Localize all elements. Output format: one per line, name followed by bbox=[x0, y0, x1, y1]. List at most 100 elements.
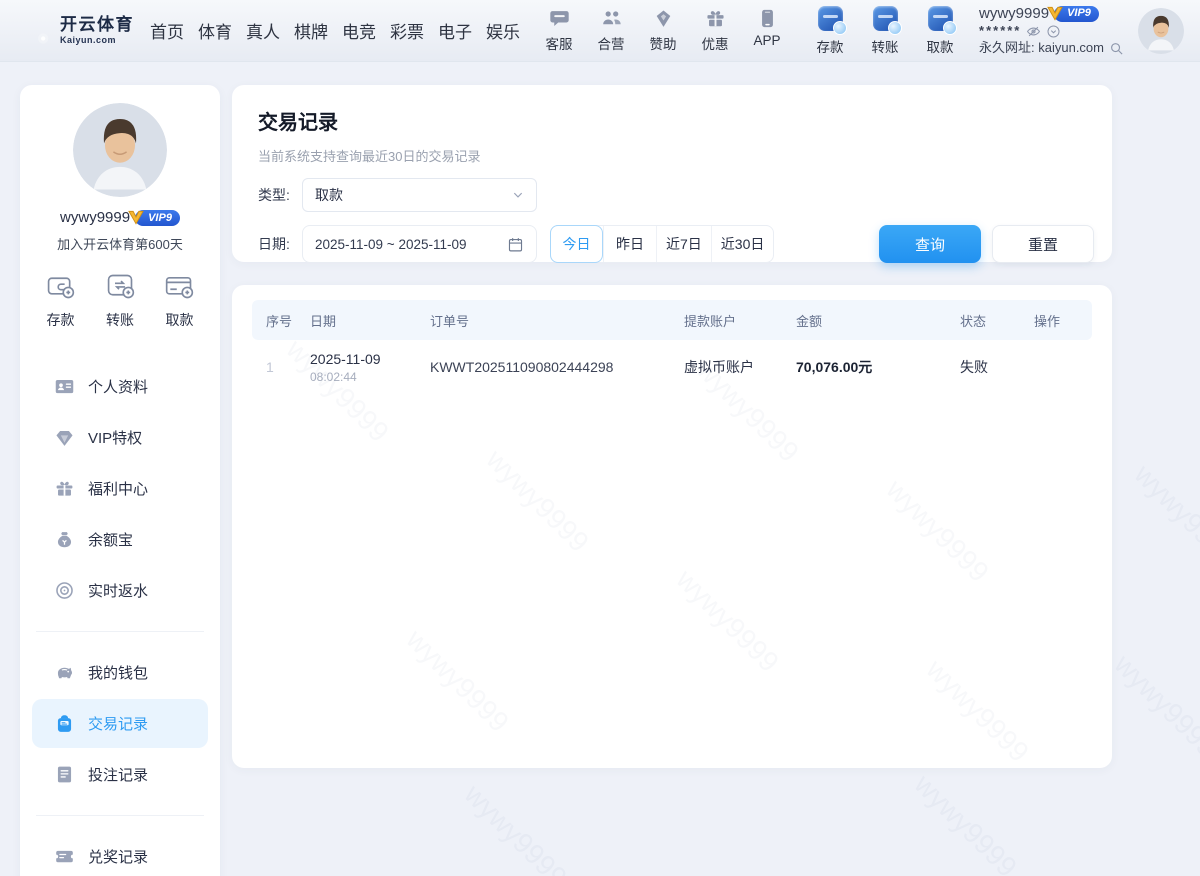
eye-off-icon[interactable] bbox=[1026, 24, 1041, 39]
brand-logo[interactable]: 开云体育 Kaiyun.com bbox=[14, 11, 142, 51]
vip-crest-icon bbox=[127, 208, 145, 226]
results-card: wywy9999 wywy9999 wywy9999 wywy9999 wywy… bbox=[232, 285, 1112, 768]
nav-lottery[interactable]: 彩票 bbox=[390, 18, 424, 43]
partnership-button[interactable]: 合营 bbox=[589, 8, 633, 53]
col-amount: 金额 bbox=[796, 311, 960, 330]
nav-chess[interactable]: 棋牌 bbox=[294, 18, 328, 43]
filter-buttons: 查询 重置 bbox=[879, 225, 1094, 263]
nav-sports[interactable]: 体育 bbox=[198, 18, 232, 43]
nav-slots[interactable]: 电子 bbox=[438, 18, 472, 43]
transfer-quick-button[interactable]: 转账 bbox=[104, 270, 137, 330]
card-outline-icon bbox=[163, 270, 196, 303]
top-bar: 开云体育 Kaiyun.com 首页 体育 真人 棋牌 电竞 彩票 电子 娱乐 … bbox=[0, 0, 1200, 62]
gem-icon bbox=[54, 427, 75, 448]
avatar-image bbox=[73, 103, 167, 197]
col-account: 提款账户 bbox=[684, 311, 796, 330]
watermark: wywy9999 bbox=[880, 473, 995, 588]
table-row: 1 2025-11-09 08:02:44 KWWT20251109080244… bbox=[252, 340, 1092, 394]
search-icon[interactable] bbox=[1109, 41, 1124, 56]
id-card-icon bbox=[54, 376, 75, 397]
watermark: wywy9999 bbox=[908, 768, 1023, 876]
ticket-icon bbox=[54, 846, 75, 867]
col-date: 日期 bbox=[310, 311, 430, 330]
deposit-button[interactable]: 存款 bbox=[809, 6, 851, 56]
withdraw-quick-button[interactable]: 取款 bbox=[163, 270, 196, 330]
nav-live[interactable]: 真人 bbox=[246, 18, 280, 43]
reset-button[interactable]: 重置 bbox=[992, 225, 1094, 263]
diamond-icon bbox=[653, 8, 674, 29]
row-account: 虚拟币账户 bbox=[684, 357, 796, 377]
type-select[interactable]: 取款 bbox=[302, 178, 537, 212]
customer-service-button[interactable]: 客服 bbox=[537, 8, 581, 53]
row-time: 08:02:44 bbox=[310, 370, 430, 384]
col-index: 序号 bbox=[266, 311, 310, 330]
row-status: 失败 bbox=[960, 357, 1034, 377]
date-label: 日期: bbox=[258, 234, 302, 254]
withdraw-button[interactable]: 取款 bbox=[919, 6, 961, 56]
page-title: 交易记录 bbox=[258, 106, 1094, 135]
type-label: 类型: bbox=[258, 185, 302, 205]
phone-icon bbox=[757, 8, 778, 29]
sidebar-menu: 个人资料 VIP特权 福利中心 余额宝 实时返水 我的钱包 bbox=[20, 362, 220, 876]
sidebar-item-profile[interactable]: 个人资料 bbox=[32, 362, 208, 411]
sidebar-item-vip[interactable]: VIP特权 bbox=[32, 413, 208, 462]
brand-name: 开云体育 bbox=[60, 16, 134, 35]
nav-entertainment[interactable]: 娱乐 bbox=[486, 18, 520, 43]
row-datetime: 2025-11-09 08:02:44 bbox=[310, 351, 430, 384]
masked-balance: ****** bbox=[979, 23, 1021, 40]
col-status: 状态 bbox=[960, 311, 1034, 330]
kaiyun-logo-icon bbox=[14, 11, 54, 51]
sidebar-item-prizes[interactable]: 兑奖记录 bbox=[32, 832, 208, 876]
table-header: 序号 日期 订单号 提款账户 金额 状态 操作 bbox=[252, 300, 1092, 340]
sidebar-item-welfare[interactable]: 福利中心 bbox=[32, 464, 208, 513]
quick-range-group: 今日 昨日 近7日 近30日 bbox=[550, 225, 774, 263]
row-amount: 70,076.00元 bbox=[796, 357, 960, 377]
page-subtitle: 当前系统支持查询最近30日的交易记录 bbox=[258, 146, 1094, 165]
range-today-button[interactable]: 今日 bbox=[550, 225, 603, 263]
deposit-icon bbox=[818, 6, 843, 31]
transfer-outline-icon bbox=[104, 270, 137, 303]
vip-badge: VIP9 bbox=[135, 210, 180, 226]
profile-avatar[interactable] bbox=[73, 103, 167, 197]
date-filter-row: 日期: 2025-11-09 ~ 2025-11-09 今日 昨日 近7日 近3… bbox=[258, 225, 1094, 263]
vip-badge: VIP9 bbox=[1054, 6, 1099, 22]
row-date: 2025-11-09 bbox=[310, 351, 430, 367]
sidebar-quick-actions: 存款 转账 取款 bbox=[20, 270, 220, 330]
gift-icon bbox=[705, 8, 726, 29]
range-7days-button[interactable]: 近7日 bbox=[656, 226, 711, 262]
query-button[interactable]: 查询 bbox=[879, 225, 981, 263]
row-order-number: KWWT202511090802444298 bbox=[430, 359, 684, 375]
sidebar-item-transactions[interactable]: 交易记录 bbox=[32, 699, 208, 748]
backpack-icon bbox=[54, 713, 75, 734]
nav-esports[interactable]: 电竞 bbox=[342, 18, 376, 43]
calendar-icon bbox=[507, 236, 524, 253]
sidebar-item-rebate[interactable]: 实时返水 bbox=[32, 566, 208, 615]
watermark: wywy9999 bbox=[480, 443, 595, 558]
main-nav: 首页 体育 真人 棋牌 电竞 彩票 电子 娱乐 bbox=[150, 18, 520, 43]
range-yesterday-button[interactable]: 昨日 bbox=[603, 226, 656, 262]
piggy-bank-icon bbox=[54, 662, 75, 683]
watermark: wywy9999 bbox=[920, 653, 1035, 768]
deposit-quick-button[interactable]: 存款 bbox=[44, 270, 77, 330]
chevron-down-circle-icon[interactable] bbox=[1046, 24, 1061, 39]
sponsor-button[interactable]: 赞助 bbox=[641, 8, 685, 53]
watermark: wywy9999 bbox=[1128, 458, 1200, 573]
header-avatar[interactable] bbox=[1138, 8, 1184, 54]
range-30days-button[interactable]: 近30日 bbox=[711, 226, 774, 262]
promotions-button[interactable]: 优惠 bbox=[693, 8, 737, 53]
gift-icon bbox=[54, 478, 75, 499]
transfer-button[interactable]: 转账 bbox=[864, 6, 906, 56]
chevron-down-icon bbox=[510, 187, 526, 203]
partners-icon bbox=[601, 8, 622, 29]
app-download-button[interactable]: APP bbox=[745, 8, 789, 53]
type-select-value: 取款 bbox=[315, 185, 343, 205]
sidebar-item-yuebao[interactable]: 余额宝 bbox=[32, 515, 208, 564]
col-action: 操作 bbox=[1034, 311, 1092, 330]
sidebar-item-bets[interactable]: 投注记录 bbox=[32, 750, 208, 799]
divider bbox=[36, 631, 204, 632]
sidebar-item-wallet[interactable]: 我的钱包 bbox=[32, 648, 208, 697]
withdraw-icon bbox=[928, 6, 953, 31]
nav-home[interactable]: 首页 bbox=[150, 18, 184, 43]
date-range-input[interactable]: 2025-11-09 ~ 2025-11-09 bbox=[302, 225, 537, 263]
watermark: wywy9999 bbox=[458, 778, 573, 876]
